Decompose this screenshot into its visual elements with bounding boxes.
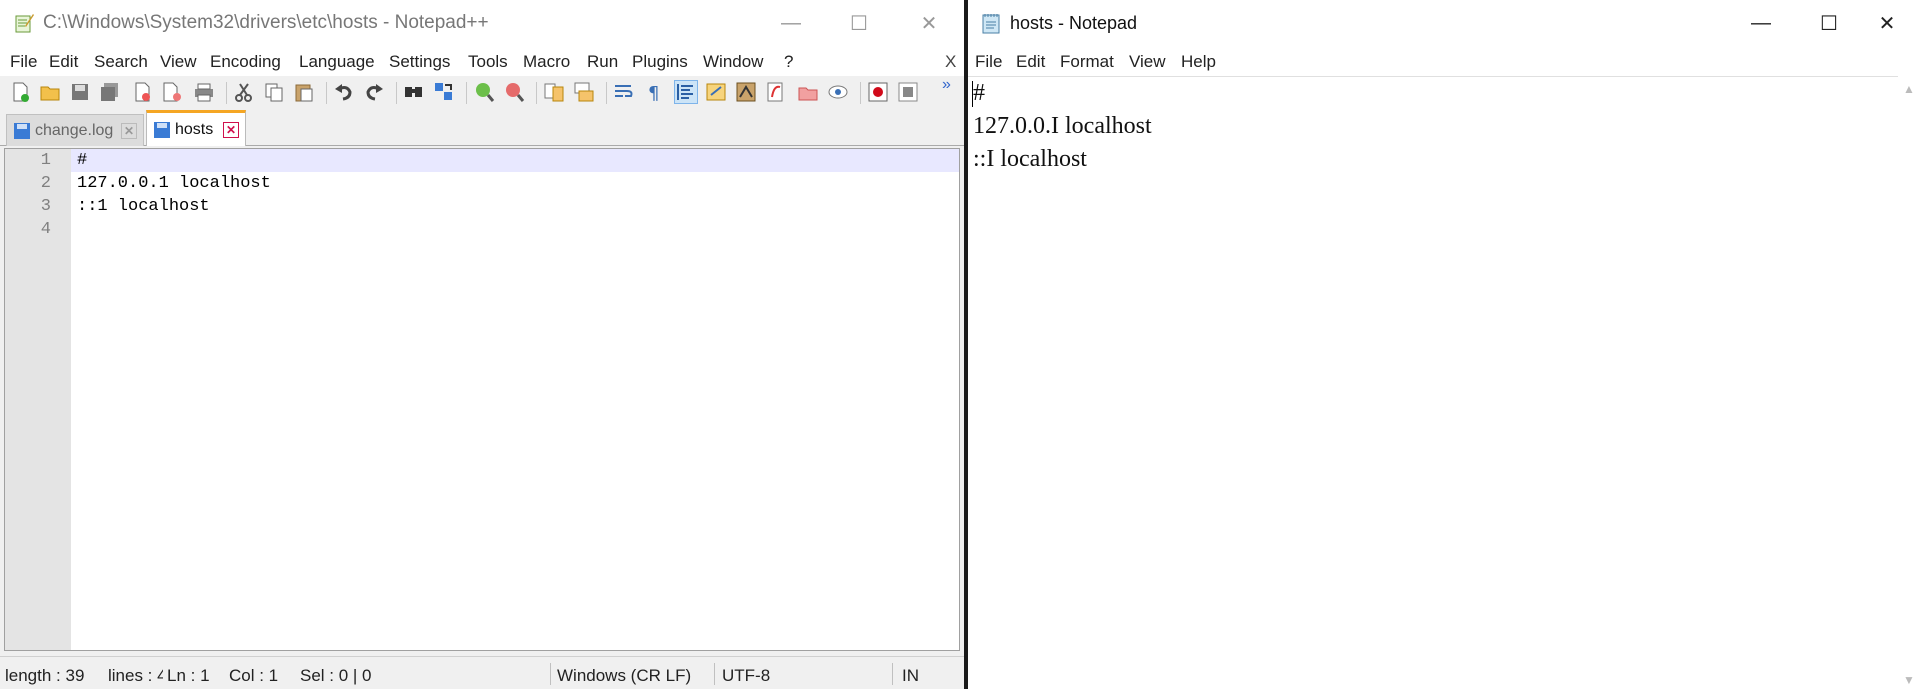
notepad-app-icon xyxy=(982,14,1000,34)
tab-hosts[interactable]: hosts ✕ xyxy=(146,110,246,146)
status-encoding[interactable]: UTF-8 xyxy=(722,666,770,686)
open-file-icon[interactable] xyxy=(38,80,62,104)
notepadpp-app-icon xyxy=(15,14,34,33)
menu-encoding[interactable]: Encoding xyxy=(210,52,281,72)
word-wrap-icon[interactable] xyxy=(612,80,636,104)
tab-close-icon[interactable]: ✕ xyxy=(121,122,137,139)
scroll-up-icon[interactable]: ▲ xyxy=(1902,82,1916,96)
line-number: 1 xyxy=(40,151,51,170)
tab-label: hosts xyxy=(175,120,214,138)
tab-label: change.log xyxy=(35,121,114,139)
menu-view[interactable]: View xyxy=(160,52,197,72)
document-text[interactable]: # 127.0.0.I localhost ::I localhost xyxy=(973,77,1152,176)
close-button[interactable]: ✕ xyxy=(898,0,960,46)
menu-search[interactable]: Search xyxy=(94,52,148,72)
title-bar[interactable]: C:\Windows\System32\drivers\etc\hosts - … xyxy=(0,0,964,48)
minimize-button[interactable]: — xyxy=(760,0,822,46)
record-macro-icon[interactable] xyxy=(866,80,890,104)
code-line[interactable]: 127.0.0.1 localhost xyxy=(71,172,959,195)
menu-edit[interactable]: Edit xyxy=(1016,52,1045,72)
menu-run[interactable]: Run xyxy=(587,52,618,72)
status-length: length : 39 xyxy=(5,666,85,685)
status-col: Col : 1 xyxy=(229,666,279,685)
maximize-button[interactable]: ☐ xyxy=(828,0,890,46)
menu-bar: File Edit Search View Encoding Language … xyxy=(0,48,964,76)
menu-format[interactable]: Format xyxy=(1060,52,1114,72)
monitoring-icon[interactable] xyxy=(826,80,850,104)
show-all-chars-icon[interactable]: ¶ xyxy=(642,80,666,104)
save-all-icon[interactable] xyxy=(98,80,122,104)
undo-icon[interactable] xyxy=(332,80,356,104)
menu-bar: File Edit Format View Help xyxy=(968,48,1920,76)
status-eol[interactable]: Windows (CR LF) xyxy=(557,666,691,686)
indent-guide-icon[interactable] xyxy=(674,80,698,104)
toolbar: ¶ xyxy=(0,76,964,108)
menu-edit[interactable]: Edit xyxy=(49,52,78,72)
redo-icon[interactable] xyxy=(362,80,386,104)
menu-file[interactable]: File xyxy=(10,52,37,72)
status-ln: Ln : 1 xyxy=(167,666,210,685)
menu-help[interactable]: ? xyxy=(784,52,793,72)
line-number: 2 xyxy=(40,174,51,193)
line-number-gutter: 1 2 3 4 xyxy=(5,149,71,650)
notepadpp-window: C:\Windows\System32\drivers\etc\hosts - … xyxy=(0,0,964,689)
find-icon[interactable] xyxy=(402,80,426,104)
tab-close-icon[interactable]: ✕ xyxy=(223,121,239,138)
menu-language[interactable]: Language xyxy=(299,52,375,72)
tab-bar: change.log ✕ hosts ✕ xyxy=(0,110,964,146)
folder-workspace-icon[interactable] xyxy=(796,80,820,104)
saved-file-icon xyxy=(14,122,30,139)
save-icon[interactable] xyxy=(68,80,92,104)
new-file-icon[interactable] xyxy=(8,80,32,104)
line-number: 4 xyxy=(40,220,51,239)
doc-map-icon[interactable] xyxy=(734,80,758,104)
sync-vertical-icon[interactable] xyxy=(542,80,566,104)
cut-icon[interactable] xyxy=(232,80,256,104)
menu-help[interactable]: Help xyxy=(1181,52,1216,72)
replace-icon[interactable] xyxy=(432,80,456,104)
toolbar-overflow-icon[interactable]: » xyxy=(942,76,951,94)
close-document-button[interactable]: X xyxy=(945,52,956,72)
code-line[interactable] xyxy=(71,218,959,241)
paste-icon[interactable] xyxy=(292,80,316,104)
vertical-scrollbar[interactable]: ▲ ▼ xyxy=(1898,76,1920,689)
menu-window[interactable]: Window xyxy=(703,52,763,72)
svg-text:¶: ¶ xyxy=(648,83,659,103)
udl-icon[interactable] xyxy=(704,80,728,104)
sync-horizontal-icon[interactable] xyxy=(572,80,596,104)
code-line[interactable]: # xyxy=(71,149,959,172)
zoom-in-icon[interactable] xyxy=(472,80,496,104)
notepad-window: hosts - Notepad — ☐ ✕ File Edit Format V… xyxy=(968,0,1920,689)
menu-plugins[interactable]: Plugins xyxy=(632,52,688,72)
status-bar: length : 39 lines : 4 Ln : 1 Col : 1 Sel… xyxy=(0,656,964,689)
copy-icon[interactable] xyxy=(262,80,286,104)
stop-record-icon[interactable] xyxy=(896,80,920,104)
status-insert-mode: IN xyxy=(902,666,919,685)
close-button[interactable]: ✕ xyxy=(1856,0,1918,46)
maximize-button[interactable]: ☐ xyxy=(1798,0,1860,46)
text-area[interactable]: # 127.0.0.I localhost ::I localhost xyxy=(968,76,1898,689)
line-number: 3 xyxy=(40,197,51,216)
window-title: hosts - Notepad xyxy=(1010,13,1138,33)
menu-view[interactable]: View xyxy=(1129,52,1166,72)
function-list-icon[interactable] xyxy=(764,80,788,104)
saved-file-icon xyxy=(154,121,170,138)
print-icon[interactable] xyxy=(192,80,216,104)
zoom-out-icon[interactable] xyxy=(502,80,526,104)
window-title: C:\Windows\System32\drivers\etc\hosts - … xyxy=(43,12,489,33)
menu-settings[interactable]: Settings xyxy=(389,52,450,72)
title-bar[interactable]: hosts - Notepad — ☐ ✕ xyxy=(968,0,1920,46)
status-lines: lines : 4 xyxy=(108,666,163,685)
scroll-down-icon[interactable]: ▼ xyxy=(1902,673,1916,687)
menu-tools[interactable]: Tools xyxy=(468,52,508,72)
minimize-button[interactable]: — xyxy=(1730,0,1792,46)
close-all-icon[interactable] xyxy=(160,80,184,104)
tab-change-log[interactable]: change.log ✕ xyxy=(6,114,144,146)
close-icon[interactable] xyxy=(130,80,154,104)
status-sel: Sel : 0 | 0 xyxy=(300,666,372,685)
menu-file[interactable]: File xyxy=(975,52,1002,72)
code-line[interactable]: ::1 localhost xyxy=(71,195,959,218)
menu-macro[interactable]: Macro xyxy=(523,52,570,72)
code-editor[interactable]: 1 2 3 4 # 127.0.0.1 localhost ::1 localh… xyxy=(4,148,960,651)
